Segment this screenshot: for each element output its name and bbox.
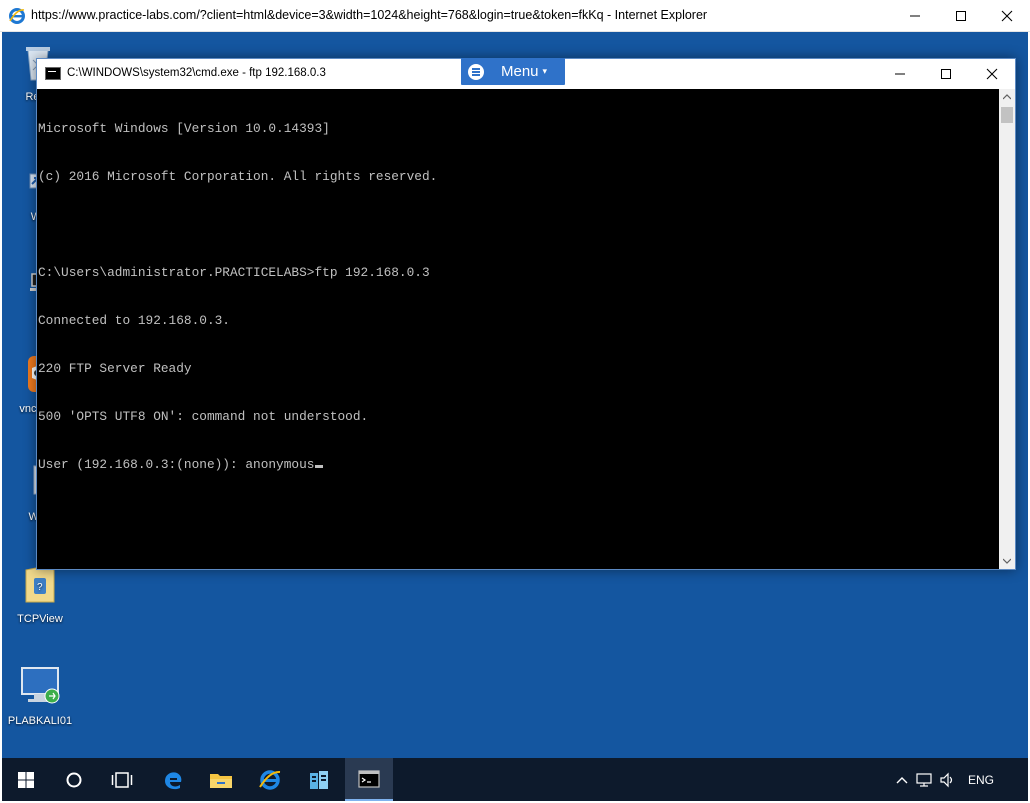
cmd-close-button[interactable] <box>969 59 1015 89</box>
server-manager-icon <box>310 770 328 789</box>
start-button[interactable] <box>2 758 50 801</box>
console-line: (c) 2016 Microsoft Corporation. All righ… <box>38 169 438 184</box>
cmd-title: C:\WINDOWS\system32\cmd.exe - ftp 192.16… <box>67 67 326 79</box>
folder-icon <box>210 773 232 788</box>
console-line: C:\Users\administrator.PRACTICELABS>ftp … <box>38 265 430 280</box>
cmd-minimize-button[interactable] <box>877 59 923 89</box>
maximize-icon <box>941 69 951 79</box>
chevron-up-icon <box>896 776 908 783</box>
cmd-window[interactable]: C:\WINDOWS\system32\cmd.exe - ftp 192.16… <box>36 58 1016 570</box>
close-icon <box>986 68 998 80</box>
volume-button[interactable] <box>936 772 960 788</box>
taskbar-internet-explorer[interactable] <box>246 758 294 801</box>
search-button[interactable] <box>50 758 98 801</box>
desktop-icon-tcpview[interactable]: ? TCPView <box>2 562 78 625</box>
minimize-icon <box>895 73 905 75</box>
console-output[interactable]: Microsoft Windows [Version 10.0.14393] (… <box>37 89 999 569</box>
console-line: Connected to 192.168.0.3. <box>38 313 230 328</box>
console-input-line[interactable]: User (192.168.0.3:(none)): anonymous <box>38 457 999 473</box>
taskbar-cmd[interactable] <box>345 758 393 801</box>
close-icon <box>1001 10 1013 22</box>
network-icon <box>916 772 932 787</box>
desktop-icon-label: TCPView <box>17 613 63 625</box>
internet-explorer-icon <box>259 769 281 790</box>
browser-close-button[interactable] <box>984 0 1030 32</box>
cmd-icon <box>45 67 61 80</box>
language-indicator[interactable]: ENG <box>968 773 1008 787</box>
scroll-thumb[interactable] <box>1001 107 1013 123</box>
speaker-icon <box>940 772 953 787</box>
maximize-icon <box>956 11 966 21</box>
remote-desktop-icon <box>21 667 60 704</box>
windows-logo-icon <box>18 771 34 788</box>
chevron-down-icon <box>1003 558 1011 564</box>
edge-icon <box>165 771 182 789</box>
console-prompt-text: User (192.168.0.3:(none)): anonymous <box>38 457 315 472</box>
menu-button-label: Menu <box>501 63 539 80</box>
task-view-icon <box>111 771 133 788</box>
internet-explorer-icon <box>9 8 25 24</box>
chevron-up-icon <box>1003 94 1011 100</box>
desktop-icon-label: PLABKALI01 <box>7 715 73 727</box>
taskbar: ENG <box>2 758 1028 801</box>
taskbar-file-explorer[interactable] <box>197 758 245 801</box>
svg-text:?: ? <box>37 582 43 593</box>
taskbar-edge[interactable] <box>149 758 197 801</box>
network-button[interactable] <box>912 772 936 788</box>
task-view-button[interactable] <box>98 758 146 801</box>
browser-title: https://www.practice-labs.com/?client=ht… <box>31 8 708 22</box>
cmd-icon <box>358 769 380 788</box>
caret-down-icon: ▾ <box>542 66 548 76</box>
browser-maximize-button[interactable] <box>938 0 984 32</box>
console-line: Microsoft Windows [Version 10.0.14393] <box>38 121 330 136</box>
scroll-up-button[interactable] <box>999 89 1015 105</box>
console-line: 500 'OPTS UTF8 ON': command not understo… <box>38 409 369 424</box>
desktop-icon-plabkali01[interactable]: PLABKALI01 <box>2 664 78 727</box>
console-scrollbar[interactable] <box>999 89 1015 569</box>
browser-title-bar: https://www.practice-labs.com/?client=ht… <box>0 0 1030 32</box>
action-center-button[interactable] <box>1020 772 1030 788</box>
remote-desktop[interactable]: Recy Wir P vncvie Win <box>2 32 1028 758</box>
console-line: 220 FTP Server Ready <box>38 361 192 376</box>
cmd-maximize-button[interactable] <box>923 59 969 89</box>
scroll-down-button[interactable] <box>999 553 1015 569</box>
hamburger-icon <box>468 63 484 80</box>
show-hidden-icons-button[interactable] <box>892 776 912 784</box>
taskbar-server-manager[interactable] <box>295 758 343 801</box>
browser-minimize-button[interactable] <box>892 0 938 32</box>
menu-button[interactable]: Menu ▾ <box>461 58 565 85</box>
system-tray: ENG <box>892 758 1030 801</box>
text-cursor <box>315 465 324 468</box>
minimize-icon <box>910 15 920 17</box>
search-circle-icon <box>66 772 82 787</box>
